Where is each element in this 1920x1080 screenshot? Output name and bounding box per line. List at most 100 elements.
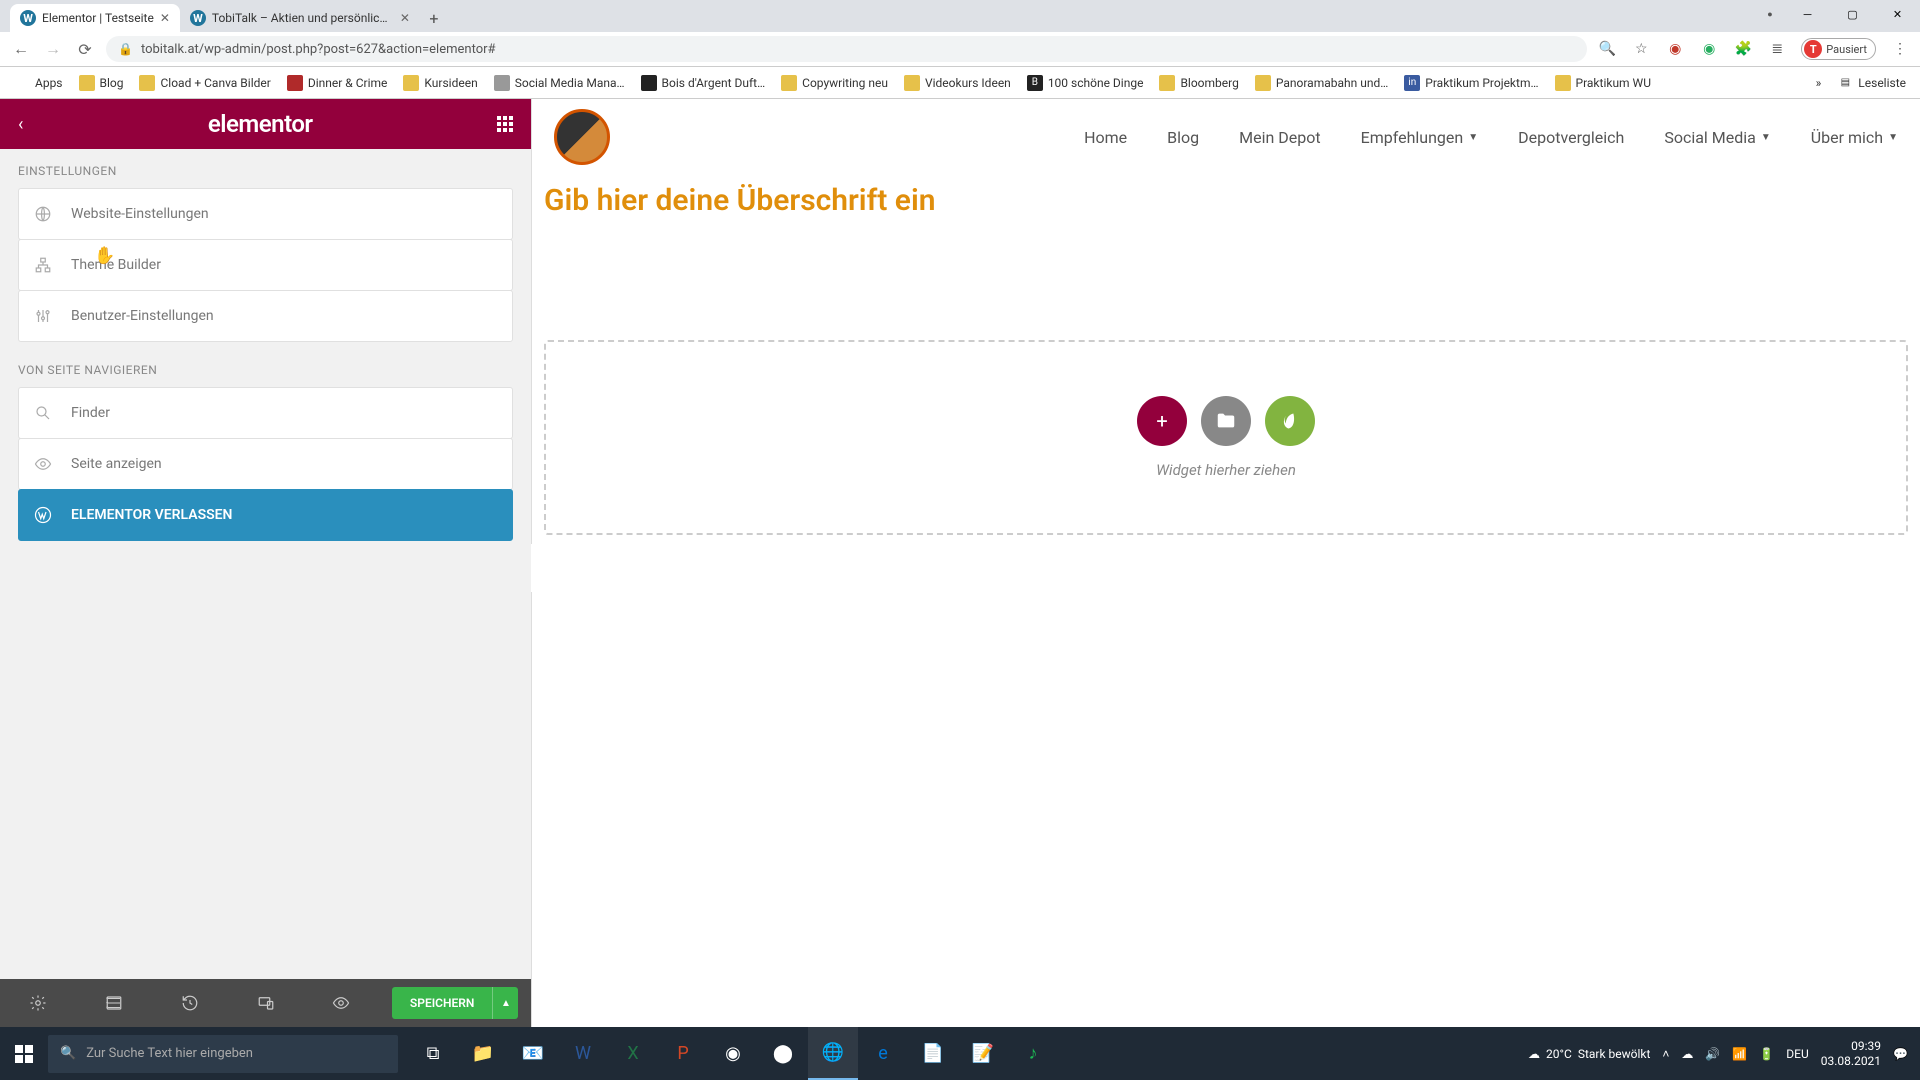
elementor-panel: ‹ elementor EINSTELLUNGEN Website-Einste… (0, 99, 532, 1027)
website-settings-item[interactable]: Website-Einstellungen (18, 188, 513, 240)
browser-toolbar: ← → ⟳ 🔒 tobitalk.at/wp-admin/post.php?po… (0, 32, 1920, 67)
view-page-item[interactable]: Seite anzeigen (18, 438, 513, 490)
taskbar-search[interactable]: 🔍 Zur Suche Text hier eingeben (48, 1035, 398, 1073)
bookmark-item[interactable]: B100 schöne Dinge (1023, 73, 1148, 93)
wordpress-favicon-icon: W (190, 10, 206, 26)
start-button[interactable] (0, 1027, 48, 1080)
notepad-icon[interactable]: 📝 (958, 1027, 1008, 1080)
bookmark-item[interactable]: Bloomberg (1155, 73, 1242, 93)
task-view-button[interactable]: ⧉ (408, 1027, 458, 1080)
bookmark-star-icon[interactable]: ☆ (1631, 39, 1651, 59)
widgets-grid-button[interactable] (497, 116, 513, 132)
back-button[interactable]: ← (10, 38, 32, 60)
preview-button[interactable] (303, 979, 379, 1027)
app-icon[interactable]: ◉ (708, 1027, 758, 1080)
extensions-icon[interactable]: 🧩 (1733, 39, 1753, 59)
search-icon (33, 403, 53, 423)
settings-gear-button[interactable] (0, 979, 76, 1027)
browser-tab-active[interactable]: W Elementor | Testseite ✕ (10, 4, 180, 32)
profile-badge[interactable]: T Pausiert (1801, 38, 1876, 60)
save-button[interactable]: SPEICHERN (392, 987, 492, 1019)
template-library-button[interactable] (1201, 396, 1251, 446)
mail-icon[interactable]: 📧 (508, 1027, 558, 1080)
bookmark-item[interactable]: Cload + Canva Bilder (135, 73, 274, 93)
nav-empfehlungen[interactable]: Empfehlungen▼ (1361, 128, 1479, 147)
app-icon[interactable]: 📄 (908, 1027, 958, 1080)
bookmark-label: Copywriting neu (802, 76, 888, 90)
page-heading[interactable]: Gib hier deine Überschrift ein (544, 173, 1908, 218)
bookmark-item[interactable]: Kursideen (399, 73, 481, 93)
bookmark-item[interactable]: Blog (75, 73, 128, 93)
menu-icon[interactable]: ⋮ (1890, 39, 1910, 59)
new-tab-button[interactable]: + (420, 4, 448, 32)
extension-icon[interactable]: ◉ (1665, 39, 1685, 59)
onedrive-icon[interactable]: ☁ (1681, 1047, 1693, 1061)
nav-depot[interactable]: Mein Depot (1239, 128, 1320, 147)
responsive-button[interactable] (228, 979, 304, 1027)
bookmark-item[interactable]: Social Media Mana… (490, 73, 629, 93)
page-icon (641, 75, 657, 91)
minimize-button[interactable]: ─ (1785, 0, 1830, 28)
weather-widget[interactable]: ☁ 20°C Stark bewölkt (1528, 1047, 1650, 1061)
excel-icon[interactable]: X (608, 1027, 658, 1080)
widget-drop-zone[interactable]: + Widget hierher ziehen (544, 340, 1908, 535)
nav-social[interactable]: Social Media▼ (1664, 128, 1770, 147)
site-logo[interactable] (554, 109, 610, 165)
word-icon[interactable]: W (558, 1027, 608, 1080)
nav-about[interactable]: Über mich▼ (1811, 128, 1898, 147)
maximize-button[interactable]: ▢ (1830, 0, 1875, 28)
address-bar[interactable]: 🔒 tobitalk.at/wp-admin/post.php?post=627… (106, 36, 1587, 62)
language-indicator[interactable]: DEU (1786, 1047, 1808, 1061)
panel-back-button[interactable]: ‹ (18, 114, 23, 135)
nav-depotvergleich[interactable]: Depotvergleich (1518, 128, 1624, 147)
nav-label: Empfehlungen (1361, 128, 1464, 147)
bookmark-item[interactable]: Dinner & Crime (283, 73, 392, 93)
user-settings-item[interactable]: Benutzer-Einstellungen (18, 290, 513, 342)
reload-button[interactable]: ⟳ (74, 38, 96, 60)
bookmark-item[interactable]: Praktikum WU (1551, 73, 1655, 93)
apps-button[interactable]: Apps (10, 73, 67, 93)
folder-icon (781, 75, 797, 91)
bookmark-item[interactable]: Panoramabahn und… (1251, 73, 1392, 93)
close-window-button[interactable]: ✕ (1875, 0, 1920, 28)
navigator-button[interactable] (76, 979, 152, 1027)
reading-list-icon[interactable]: ≣ (1767, 39, 1787, 59)
bookmark-item[interactable]: inPraktikum Projektm… (1400, 73, 1542, 93)
powerpoint-icon[interactable]: P (658, 1027, 708, 1080)
chevron-down-icon: ▼ (1761, 132, 1771, 143)
close-icon[interactable]: ✕ (400, 11, 410, 25)
chrome-icon[interactable]: 🌐 (808, 1027, 858, 1080)
bookmark-item[interactable]: Videokurs Ideen (900, 73, 1015, 93)
envato-button[interactable] (1265, 396, 1315, 446)
close-icon[interactable]: ✕ (160, 11, 170, 25)
extension-icon[interactable]: ◉ (1699, 39, 1719, 59)
file-explorer-icon[interactable]: 📁 (458, 1027, 508, 1080)
battery-icon[interactable]: 🔋 (1759, 1047, 1774, 1061)
volume-icon[interactable]: 🔊 (1705, 1047, 1720, 1061)
finder-item[interactable]: Finder (18, 387, 513, 439)
bookmark-item[interactable]: Bois d'Argent Duft… (637, 73, 770, 93)
history-button[interactable] (152, 979, 228, 1027)
wifi-icon[interactable]: 📶 (1732, 1047, 1747, 1061)
bookmark-overflow[interactable]: » (1812, 74, 1826, 92)
bookmark-label: 100 schöne Dinge (1048, 76, 1144, 90)
spotify-icon[interactable]: ♪ (1008, 1027, 1058, 1080)
item-label: Website-Einstellungen (71, 206, 209, 222)
notifications-icon[interactable]: 💬 (1893, 1047, 1908, 1061)
exit-elementor-item[interactable]: ELEMENTOR VERLASSEN (18, 489, 513, 541)
edge-icon[interactable]: e (858, 1027, 908, 1080)
folder-icon (403, 75, 419, 91)
clock[interactable]: 09:39 03.08.2021 (1821, 1039, 1881, 1068)
obs-icon[interactable]: ⬤ (758, 1027, 808, 1080)
bookmark-item[interactable]: Copywriting neu (777, 73, 892, 93)
nav-blog[interactable]: Blog (1167, 128, 1199, 147)
save-options-button[interactable]: ▲ (492, 987, 518, 1019)
nav-home[interactable]: Home (1084, 128, 1127, 147)
theme-builder-item[interactable]: Theme Builder (18, 239, 513, 291)
add-section-button[interactable]: + (1137, 396, 1187, 446)
reading-list-button[interactable]: ▤Leseliste (1833, 73, 1910, 93)
tray-expand-icon[interactable]: ˄ (1662, 1047, 1669, 1061)
zoom-icon[interactable]: 🔍 (1597, 39, 1617, 59)
forward-button[interactable]: → (42, 38, 64, 60)
browser-tab[interactable]: W TobiTalk – Aktien und persönlich… ✕ (180, 4, 420, 32)
